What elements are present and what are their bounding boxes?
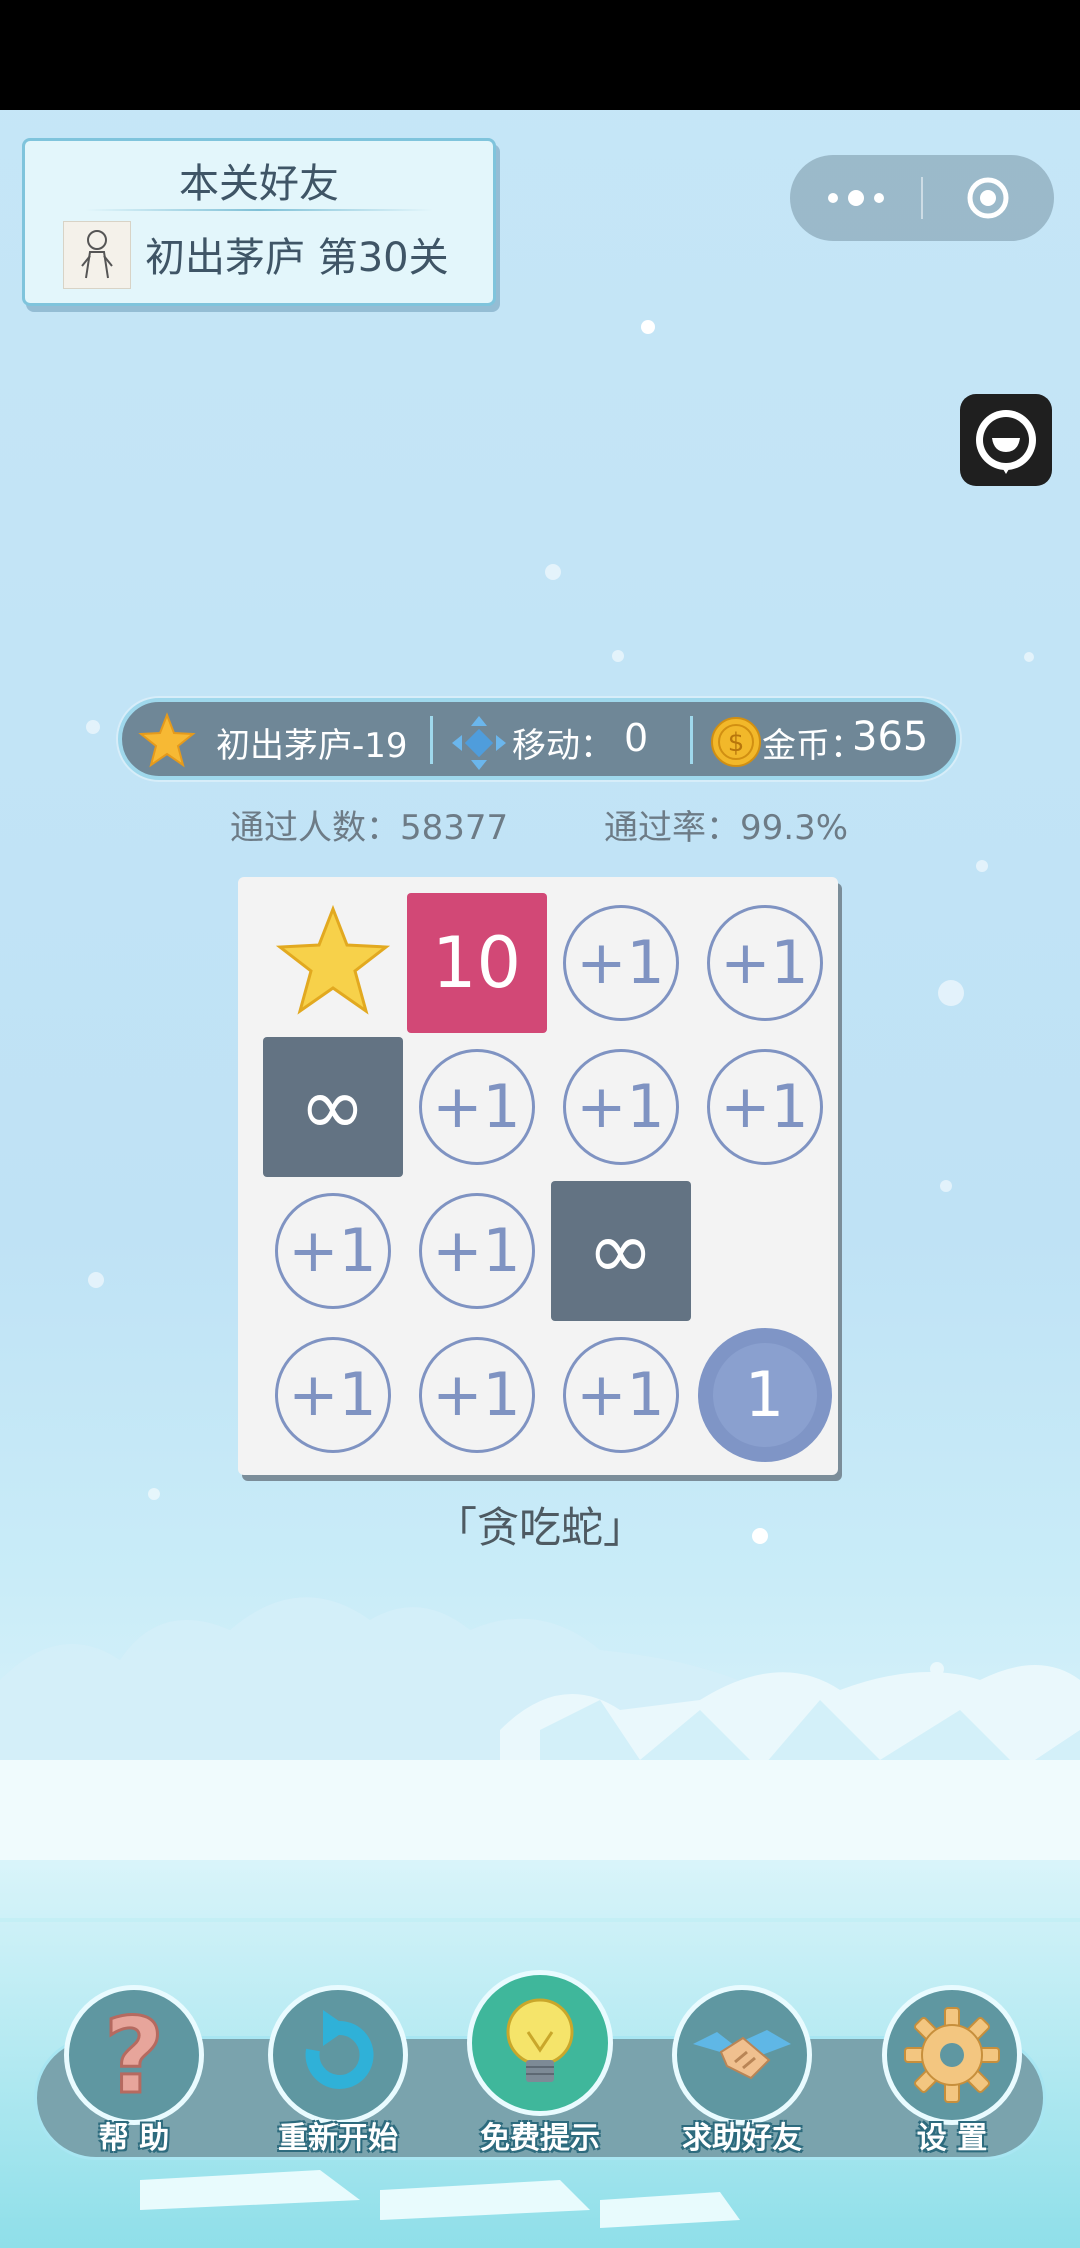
restart-button[interactable]: 重新开始 (258, 1985, 418, 2165)
free-hint-button[interactable]: 免费提示 (460, 1970, 620, 2165)
board-cell[interactable]: +1 (405, 1035, 548, 1178)
divider (690, 716, 693, 764)
player-ball: 1 (697, 1327, 832, 1462)
move-arrows-icon (452, 716, 506, 770)
infinity-tile: ∞ (262, 1036, 403, 1177)
mini-program-capsule (790, 155, 1054, 241)
board-cell[interactable]: +1 (549, 891, 692, 1034)
lightbulb-icon (506, 1998, 574, 2082)
friends-panel[interactable]: 本关好友 初出茅庐 第30关 (22, 138, 496, 306)
level-label: 初出茅庐-19 (216, 726, 408, 766)
help-label: 帮 助 (98, 2121, 170, 2156)
snowflake (641, 320, 655, 334)
board-cell[interactable] (261, 891, 404, 1034)
settings-button[interactable]: 设 置 (872, 1985, 1032, 2165)
goal-star-icon (275, 904, 390, 1015)
snowflake (612, 650, 624, 662)
gold-label: 金币： (762, 726, 864, 766)
pass-rate: 通过率：99.3% (604, 808, 849, 848)
board-cell[interactable]: +1 (693, 1035, 836, 1178)
svg-text:?: ? (104, 2000, 164, 2110)
snowflake (545, 564, 561, 580)
gold-value: 365 (852, 714, 929, 760)
coin-icon: $ (711, 717, 761, 767)
handshake-icon (693, 2030, 791, 2080)
snowflake (1024, 652, 1034, 662)
moves-value: 0 (624, 716, 649, 760)
plus-one-tile: +1 (562, 904, 679, 1021)
question-mark-icon: ? (102, 2000, 165, 2110)
svg-text:$: $ (728, 728, 745, 758)
friends-panel-title: 本关好友 (179, 161, 339, 207)
star-icon (138, 712, 196, 768)
plus-one-tile: +1 (562, 1048, 679, 1165)
restart-label: 重新开始 (278, 2121, 398, 2156)
ask-friend-label: 求助好友 (682, 2121, 802, 2156)
plus-one-tile: +1 (562, 1336, 679, 1453)
gear-icon (904, 2007, 1000, 2103)
more-dots-icon[interactable] (790, 155, 922, 241)
friend-level-text: 初出茅庐 第30关 (145, 235, 449, 281)
snowflake (976, 860, 988, 872)
board-cell[interactable] (693, 1179, 836, 1322)
snowflake (938, 980, 964, 1006)
board-cell[interactable]: +1 (693, 891, 836, 1034)
level-name: 「贪吃蛇」 (434, 1503, 645, 1552)
snowflake (86, 720, 100, 734)
infinity-tile: ∞ (550, 1180, 691, 1321)
free-hint-label: 免费提示 (480, 2121, 600, 2156)
ask-friend-button[interactable]: 求助好友 (662, 1985, 822, 2165)
board-cell[interactable]: +1 (261, 1179, 404, 1322)
snowflake (940, 1180, 952, 1192)
board-cell[interactable]: +1 (405, 1323, 548, 1466)
divider (430, 716, 433, 764)
plus-one-tile: +1 (706, 904, 823, 1021)
board-cell[interactable]: +1 (261, 1323, 404, 1466)
plus-one-tile: +1 (274, 1192, 391, 1309)
board-cell[interactable]: +1 (405, 1179, 548, 1322)
number-tile: 10 (406, 892, 547, 1033)
passed-count: 通过人数：58377 (230, 808, 509, 848)
divider (921, 177, 923, 219)
snowflake (88, 1272, 104, 1288)
target-icon[interactable] (966, 176, 1010, 220)
help-button[interactable]: ? 帮 助 (54, 1985, 214, 2165)
settings-label: 设 置 (916, 2121, 988, 2156)
moves-label: 移动： (512, 726, 614, 766)
board-cell[interactable]: 10 (405, 891, 548, 1034)
avatar (63, 221, 131, 289)
restart-arrow-icon (305, 2010, 374, 2089)
status-bar (0, 0, 1080, 110)
board-cell[interactable]: 1 (693, 1323, 836, 1466)
game-board: 10 +1 +1 ∞ +1 +1 +1 +1 +1 ∞ +1 +1 +1 1 (238, 877, 838, 1475)
level-info-bar: 初出茅庐-19 移动： 0 $ 金币： 365 (118, 698, 960, 780)
plus-one-tile: +1 (418, 1336, 535, 1453)
plus-one-tile: +1 (706, 1048, 823, 1165)
plus-one-tile: +1 (418, 1048, 535, 1165)
player-ball-value: 1 (712, 1342, 817, 1447)
board-cell[interactable]: ∞ (549, 1179, 692, 1322)
board-cell[interactable]: ∞ (261, 1035, 404, 1178)
plus-one-tile: +1 (274, 1336, 391, 1453)
plus-one-tile: +1 (418, 1192, 535, 1309)
board-cell[interactable]: +1 (549, 1035, 692, 1178)
chat-bubble-icon[interactable] (960, 394, 1052, 486)
divider (85, 209, 433, 211)
board-cell[interactable]: +1 (549, 1323, 692, 1466)
